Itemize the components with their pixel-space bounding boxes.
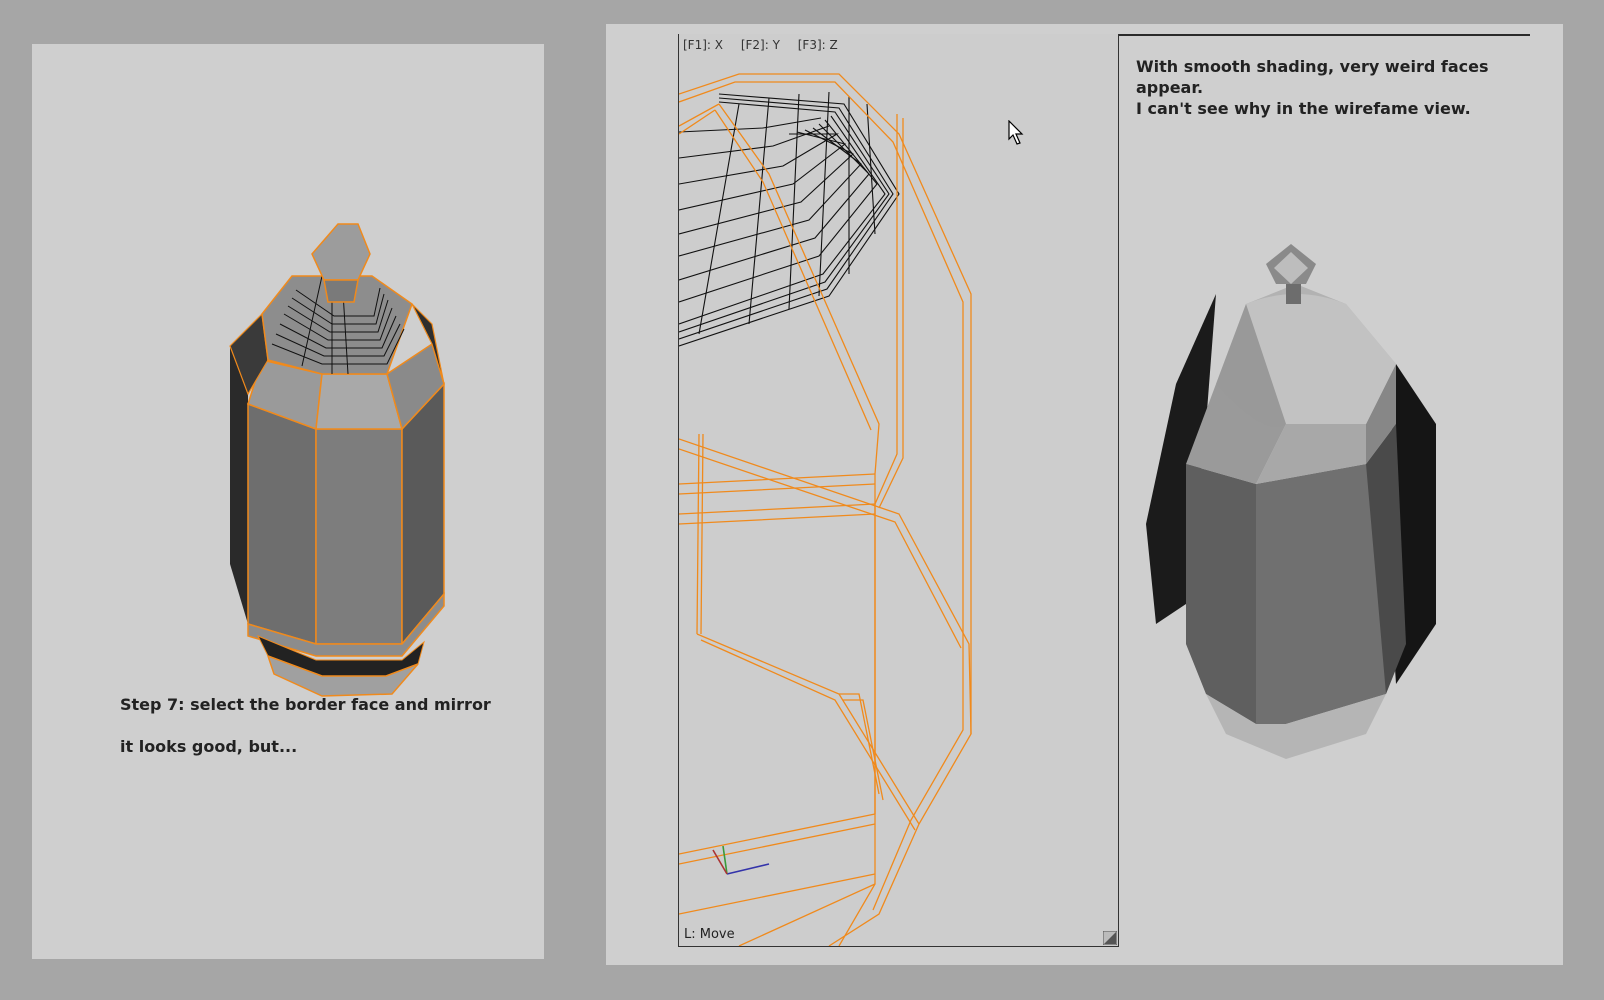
step-caption-followup: it looks good, but... [120,737,298,756]
wireframe-viewport[interactable]: [F1]: X [F2]: Y [F3]: Z L: Move [678,34,1119,947]
shading-caption: With smooth shading, very weird faces ap… [1136,57,1489,118]
axis-gizmo-icon [712,845,770,875]
step-caption: Step 7: select the border face and mirro… [120,695,491,714]
resize-handle-icon[interactable] [1103,931,1117,945]
wireframe-bottle-render [229,223,445,697]
wireframe-mesh [679,73,972,946]
right-panel: [F1]: X [F2]: Y [F3]: Z L: Move With smo… [606,24,1563,965]
viewport-status: L: Move [684,927,735,942]
mouse-cursor-icon [1008,120,1024,145]
smooth-shaded-bottle-render [1146,244,1436,759]
left-panel: Step 7: select the border face and mirro… [32,44,544,959]
